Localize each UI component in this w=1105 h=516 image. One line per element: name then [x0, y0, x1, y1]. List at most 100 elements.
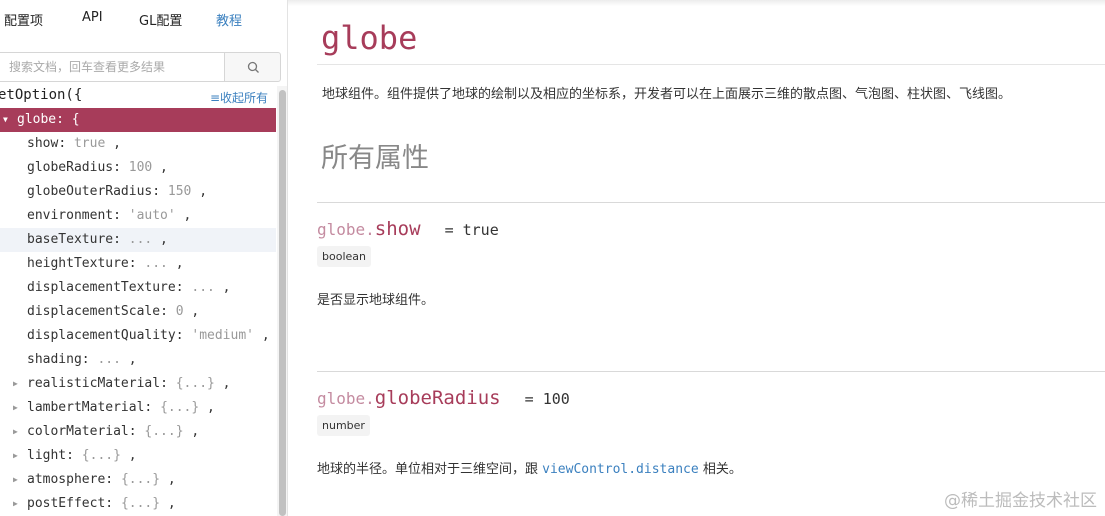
- tree-node[interactable]: displacementTexture: ... ,: [0, 276, 276, 300]
- collapsed-caret-icon[interactable]: ▶: [13, 444, 18, 468]
- node-key: realisticMaterial: [27, 376, 161, 391]
- node-value: 'medium': [191, 328, 254, 343]
- node-key: atmosphere: [27, 472, 106, 487]
- sidebar: 配置项 API GL配置 教程 etOption({ ≡收起所有 ▼ globe:…: [0, 0, 287, 516]
- tree-node-label: light: {...} ,: [27, 448, 137, 463]
- tree-root-label: etOption({: [0, 87, 83, 103]
- page-description: 地球组件。组件提供了地球的绘制以及相应的坐标系，开发者可以在上面展示三维的散点图…: [322, 87, 1012, 102]
- node-separator: ,: [175, 208, 192, 223]
- tree-node-label: displacementScale: 0 ,: [27, 304, 200, 319]
- tree-node-label: globe: {: [17, 112, 80, 127]
- type-badge: number: [317, 415, 370, 436]
- node-separator: ,: [191, 184, 208, 199]
- tree-node[interactable]: ▶ atmosphere: {...} ,: [0, 468, 276, 492]
- doc-content: globe 地球组件。组件提供了地球的绘制以及相应的坐标系，开发者可以在上面展示…: [288, 0, 1105, 516]
- property-heading-globeradius[interactable]: globe.globeRadius = 100: [317, 387, 570, 409]
- tree-scrollbar[interactable]: [277, 86, 287, 516]
- collapsed-caret-icon[interactable]: ▶: [13, 372, 18, 396]
- property-description: 地球的半径。单位相对于三维空间，跟 viewControl.distance 相…: [317, 458, 742, 477]
- tree-node-label: displacementTexture: ... ,: [27, 280, 231, 295]
- top-nav: 配置项 API GL配置 教程: [0, 0, 287, 38]
- node-key: displacementTexture: [27, 280, 176, 295]
- tree-node[interactable]: globeOuterRadius: 150 ,: [0, 180, 276, 204]
- property-default: = 100: [524, 390, 570, 408]
- node-separator: ,: [160, 496, 176, 511]
- collapsed-caret-icon[interactable]: ▶: [13, 492, 18, 516]
- node-separator: ,: [199, 400, 215, 415]
- tab-gl-option[interactable]: GL配置: [139, 10, 182, 29]
- divider: [317, 371, 1105, 372]
- property-prefix: globe.: [317, 220, 375, 239]
- node-key: postEffect: [27, 496, 106, 511]
- node-separator: ,: [120, 352, 137, 367]
- collapsed-caret-icon[interactable]: ▶: [13, 420, 18, 444]
- collapsed-caret-icon[interactable]: ▶: [13, 468, 18, 492]
- collapsed-caret-icon[interactable]: ▶: [13, 396, 18, 420]
- node-value: {...}: [175, 376, 215, 391]
- node-key: globeRadius: [27, 160, 114, 175]
- property-heading-show[interactable]: globe.show = true: [317, 218, 499, 240]
- node-key: globeOuterRadius: [27, 184, 153, 199]
- node-value: ...: [128, 232, 153, 247]
- section-heading: 所有属性: [321, 143, 429, 174]
- node-key: heightTexture: [27, 256, 129, 271]
- tree-node[interactable]: globeRadius: 100 ,: [0, 156, 276, 180]
- node-value: ...: [191, 280, 215, 295]
- node-value: 150: [167, 184, 192, 199]
- property-name: globeRadius: [374, 387, 501, 409]
- tab-tutorial[interactable]: 教程: [216, 10, 242, 29]
- watermark: @稀土掘金技术社区: [944, 491, 1097, 511]
- tree-node-selected[interactable]: ▼ globe: {: [0, 108, 276, 132]
- property-description: 是否显示地球组件。: [317, 293, 435, 308]
- tree-node[interactable]: shading: ... ,: [0, 348, 276, 372]
- node-separator: ,: [214, 280, 231, 295]
- search-bar: [0, 52, 281, 82]
- node-value: 100: [128, 160, 153, 175]
- node-value: {...}: [120, 472, 161, 487]
- node-value: ...: [144, 256, 168, 271]
- search-button[interactable]: [224, 52, 281, 82]
- node-key: shading: [27, 352, 82, 367]
- tab-option[interactable]: 配置项: [4, 10, 43, 29]
- tree-node[interactable]: displacementQuality: 'medium' ,: [0, 324, 276, 348]
- node-key: lambertMaterial: [27, 400, 145, 415]
- tree-node-label: lambertMaterial: {...} ,: [27, 400, 215, 415]
- node-key: colorMaterial: [27, 424, 129, 439]
- node-separator: ,: [152, 160, 168, 175]
- view-control-distance-link[interactable]: viewControl.distance: [542, 462, 699, 477]
- tree-node[interactable]: environment: 'auto' ,: [0, 204, 276, 228]
- tree-scroll-thumb[interactable]: [279, 90, 286, 516]
- node-key: baseTexture: [27, 232, 114, 247]
- tree-node-label: atmosphere: {...} ,: [27, 472, 176, 487]
- tree-node[interactable]: ▶ colorMaterial: {...} ,: [0, 420, 276, 444]
- node-separator: ,: [214, 376, 231, 391]
- tree-node[interactable]: displacementScale: 0 ,: [0, 300, 276, 324]
- tree-node[interactable]: ▶ postEffect: {...} ,: [0, 492, 276, 516]
- divider: [317, 64, 1105, 65]
- tree-node[interactable]: ▶ realisticMaterial: {...} ,: [0, 372, 276, 396]
- tree-node[interactable]: baseTexture: ... ,: [0, 228, 276, 252]
- tree-node[interactable]: ▶ lambertMaterial: {...} ,: [0, 396, 276, 420]
- type-badge: boolean: [317, 246, 371, 267]
- tree-node[interactable]: show: true ,: [0, 132, 276, 156]
- node-separator: ,: [120, 448, 137, 463]
- node-value: {...}: [81, 448, 121, 463]
- node-key: displacementScale: [27, 304, 161, 319]
- collapse-all-button[interactable]: ≡收起所有: [210, 89, 268, 106]
- node-key: environment: [27, 208, 114, 223]
- tab-api[interactable]: API: [82, 10, 103, 25]
- node-separator: ,: [183, 424, 200, 439]
- tree-node-label: baseTexture: ... ,: [27, 232, 168, 247]
- node-separator: ,: [105, 136, 121, 151]
- top-shadow: [288, 0, 1105, 6]
- node-key: show: [27, 136, 59, 151]
- node-value: ...: [97, 352, 121, 367]
- page-title: globe: [321, 19, 418, 57]
- tree-node[interactable]: heightTexture: ... ,: [0, 252, 276, 276]
- expand-caret-icon[interactable]: ▼: [3, 108, 8, 132]
- search-icon: [247, 61, 259, 73]
- tree-node-label: globeOuterRadius: 150 ,: [27, 184, 208, 199]
- tree-node[interactable]: ▶ light: {...} ,: [0, 444, 276, 468]
- search-input[interactable]: [0, 52, 224, 82]
- node-value: {...}: [160, 400, 200, 415]
